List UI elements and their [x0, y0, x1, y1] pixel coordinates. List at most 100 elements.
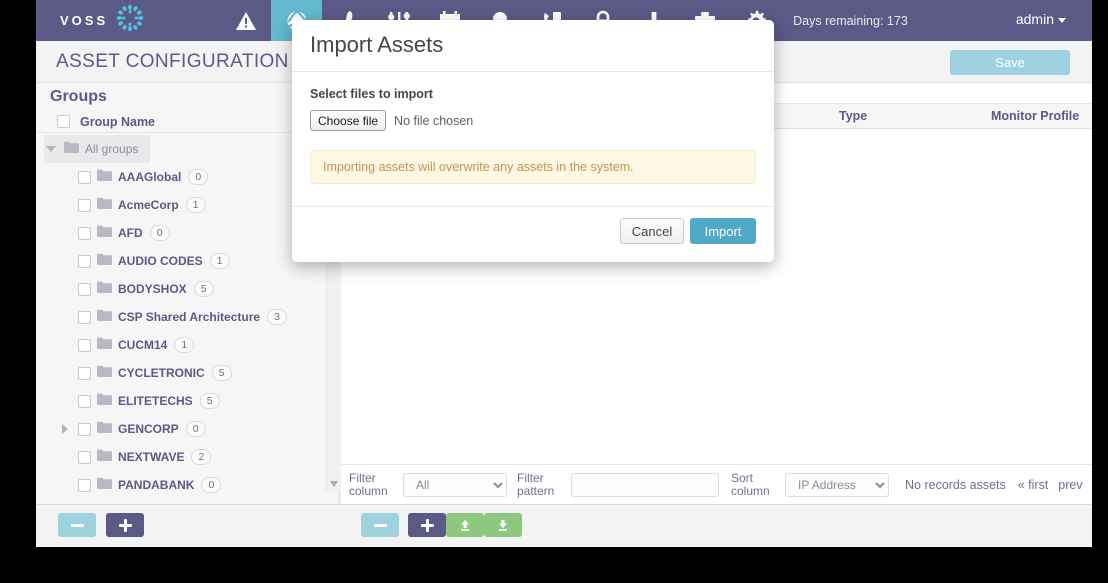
tree-row[interactable]: CSP Shared Architecture 3: [36, 303, 326, 331]
choose-file-button[interactable]: Choose file: [310, 110, 387, 131]
group-checkbox[interactable]: [78, 170, 91, 184]
group-checkbox[interactable]: [78, 394, 91, 408]
tree-row[interactable]: AUDIO CODES 1: [36, 247, 326, 275]
tree-row[interactable]: AcmeCorp 1: [36, 191, 326, 219]
chevron-right-icon[interactable]: [58, 424, 72, 434]
tree-label: AUDIO CODES: [118, 254, 203, 268]
group-checkbox[interactable]: [78, 422, 91, 436]
tree-label: BODYSHOX: [118, 282, 187, 296]
tree-label: CUCM14: [118, 338, 168, 352]
tree-row[interactable]: AAAGlobal 0: [36, 163, 326, 191]
tree-row[interactable]: CYCLETRONIC 5: [36, 359, 326, 387]
tree-row[interactable]: BODYSHOX 5: [36, 275, 326, 303]
tree-row[interactable]: PANDABANK 0: [36, 471, 326, 499]
folder-icon: [97, 392, 112, 410]
folder-icon: [64, 140, 79, 158]
group-checkbox[interactable]: [78, 226, 91, 240]
group-checkbox[interactable]: [78, 478, 91, 492]
overwrite-warning-text: Importing assets will overwrite any asse…: [323, 160, 634, 174]
group-asset-count-badge: 1: [174, 337, 195, 353]
tree-label: CSP Shared Architecture: [118, 310, 261, 324]
filter-column-select[interactable]: All: [403, 472, 507, 497]
tree-row[interactable]: CUCM14 1: [36, 331, 326, 359]
pager-first-link[interactable]: « first: [1018, 478, 1049, 492]
save-button[interactable]: Save: [950, 50, 1070, 75]
cancel-button[interactable]: Cancel: [620, 218, 684, 244]
tree-label: PANDABANK: [118, 478, 195, 492]
tree-row[interactable]: NEXTWAVE 2: [36, 443, 326, 471]
app-window: VOSS Days remaining: 173 admin ASSET CON…: [36, 0, 1092, 547]
voss-logo[interactable]: VOSS: [60, 4, 144, 37]
add-asset-button[interactable]: [408, 513, 446, 537]
group-checkbox[interactable]: [78, 366, 91, 380]
column-header-type[interactable]: Type: [839, 109, 867, 123]
tree-label: ELITETECHS: [118, 394, 193, 408]
group-asset-count-badge: 5: [211, 365, 232, 381]
groups-heading: Groups: [50, 88, 107, 105]
pager-prev-link[interactable]: prev: [1058, 478, 1082, 492]
modal-footer: Cancel Import: [292, 206, 774, 262]
filter-pattern-input[interactable]: [571, 472, 719, 497]
chevron-down-icon: [1058, 17, 1066, 23]
tree-row-all-groups[interactable]: All groups: [44, 135, 150, 163]
column-header-monitor-profile[interactable]: Monitor Profile: [991, 109, 1079, 123]
import-assets-button[interactable]: [484, 513, 522, 537]
tree-row[interactable]: ELITETECHS 5: [36, 387, 326, 415]
folder-icon: [97, 476, 112, 494]
days-remaining-label: Days remaining: 173: [793, 13, 908, 28]
group-asset-count-badge: 0: [185, 421, 206, 437]
group-asset-count-badge: 0: [201, 477, 222, 493]
group-checkbox[interactable]: [78, 198, 91, 212]
import-button[interactable]: Import: [690, 218, 756, 244]
file-picker-row: Choose file No file chosen: [310, 110, 473, 131]
sort-column-select[interactable]: IP Address: [785, 472, 889, 497]
overwrite-warning-box: Importing assets will overwrite any asse…: [310, 150, 756, 184]
group-checkbox[interactable]: [78, 254, 91, 268]
filter-column-label: Filter column: [349, 470, 388, 498]
folder-icon: [97, 224, 112, 242]
group-checkbox[interactable]: [78, 338, 91, 352]
tree-label: All groups: [85, 142, 139, 156]
group-name-column-header: Group Name: [80, 114, 156, 129]
remove-group-button[interactable]: [58, 513, 96, 537]
records-count-label: No records assets: [905, 477, 1006, 492]
filter-pattern-label: Filter pattern: [517, 470, 555, 498]
select-files-label: Select files to import: [310, 87, 433, 101]
scroll-down-arrow-icon[interactable]: [330, 481, 338, 487]
tree-label: CYCLETRONIC: [118, 366, 205, 380]
folder-icon: [97, 168, 112, 186]
page-title: ASSET CONFIGURATION: [56, 51, 289, 72]
bottom-toolbar: [36, 504, 1092, 547]
dotted-ring-logo-icon: [116, 4, 144, 37]
remove-asset-button[interactable]: [361, 513, 399, 537]
tree-row[interactable]: AFD 0: [36, 219, 326, 247]
group-checkbox[interactable]: [78, 310, 91, 324]
tree-row[interactable]: GENCORP 0: [36, 415, 326, 443]
folder-icon: [97, 280, 112, 298]
groups-tree: All groups AAAGlobal 0 AcmeCorp 1 AFD 0 AUDIO …: [36, 135, 326, 493]
modal-title: Import Assets: [310, 32, 444, 57]
user-menu-label: admin: [1015, 11, 1054, 27]
tree-label: AcmeCorp: [118, 198, 179, 212]
user-menu[interactable]: admin: [1016, 11, 1066, 27]
select-all-groups-checkbox[interactable]: [57, 115, 70, 128]
import-assets-modal: Import Assets Select files to import Cho…: [292, 20, 774, 262]
folder-icon: [97, 420, 112, 438]
folder-icon: [97, 308, 112, 326]
group-asset-count-badge: 1: [185, 197, 206, 213]
no-file-chosen-label: No file chosen: [394, 113, 474, 128]
sort-column-label: Sort column: [731, 470, 770, 498]
tree-items: AAAGlobal 0 AcmeCorp 1 AFD 0 AUDIO CODES 1 BODYS…: [36, 163, 326, 499]
chevron-down-icon[interactable]: [44, 146, 58, 152]
tree-label: NEXTWAVE: [118, 450, 185, 464]
group-checkbox[interactable]: [78, 450, 91, 464]
add-group-button[interactable]: [106, 513, 144, 537]
group-checkbox[interactable]: [78, 282, 91, 296]
export-assets-button[interactable]: [446, 513, 484, 537]
folder-icon: [97, 196, 112, 214]
tree-label: GENCORP: [118, 422, 179, 436]
folder-icon: [97, 336, 112, 354]
tree-label: AFD: [118, 226, 143, 240]
group-asset-count-badge: 5: [199, 393, 220, 409]
warning-icon[interactable]: [220, 0, 271, 41]
